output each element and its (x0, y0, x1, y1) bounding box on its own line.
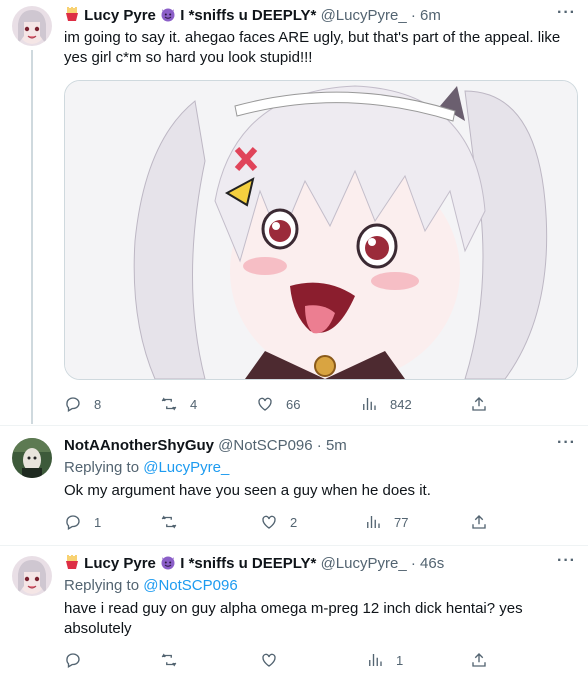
tweet-header: NotAAnotherShyGuy @NotSCP096 · 5m (64, 436, 347, 456)
reply-button[interactable] (64, 650, 94, 670)
retweet-icon (161, 653, 177, 667)
views-icon (369, 654, 382, 666)
divider (0, 545, 588, 546)
share-icon (472, 397, 486, 411)
user-handle[interactable]: @LucyPyre_ (321, 7, 407, 24)
like-button[interactable]: 2 (260, 512, 297, 532)
retweet-icon (161, 515, 177, 529)
reply-count: 1 (94, 514, 102, 530)
avatar-lucy-pyre[interactable] (12, 6, 52, 46)
retweet-button[interactable] (160, 650, 190, 670)
smiling-devil-emoji-icon (161, 556, 175, 570)
heart-icon (258, 397, 272, 411)
separator-dot: · (410, 7, 416, 24)
share-icon (472, 515, 486, 529)
views-button[interactable]: 842 (360, 394, 412, 414)
views-icon (367, 516, 380, 528)
share-button[interactable] (470, 650, 488, 670)
separator-dot: · (410, 555, 416, 572)
tweet-header: Lucy Pyre I *sniffs u DEEPLY* @LucyPyre_… (64, 554, 444, 574)
heart-icon (262, 653, 276, 667)
replying-to-handle[interactable]: @LucyPyre_ (143, 459, 229, 476)
tweet-header: Lucy Pyre I *sniffs u DEEPLY* @LucyPyre_… (64, 6, 441, 26)
display-name-suffix: I *sniffs u DEEPLY* (180, 555, 317, 572)
retweet-count: 4 (190, 396, 198, 412)
tweet-actions: 1 (64, 650, 534, 670)
timestamp[interactable]: 6m (420, 7, 441, 24)
display-name[interactable]: Lucy Pyre (84, 555, 156, 572)
replying-to-label: Replying to (64, 577, 140, 594)
retweet-button[interactable] (160, 512, 190, 532)
tweet-3[interactable]: Lucy Pyre I *sniffs u DEEPLY* @LucyPyre_… (0, 550, 588, 680)
tweet-text: Ok my argument have you seen a guy when … (64, 482, 431, 499)
heart-icon (262, 515, 276, 529)
views-icon (363, 398, 376, 410)
like-count: 66 (286, 396, 301, 412)
like-button[interactable] (260, 650, 290, 670)
reply-icon (66, 653, 80, 668)
reply-icon (66, 515, 80, 530)
replying-to-handle[interactable]: @NotSCP096 (143, 577, 237, 594)
views-button[interactable]: 1 (366, 650, 403, 670)
retweet-icon (161, 397, 177, 411)
divider (0, 425, 588, 426)
reply-button[interactable]: 1 (64, 512, 101, 532)
like-button[interactable]: 66 (256, 394, 300, 414)
views-count: 842 (390, 396, 412, 412)
fries-emoji-icon (66, 555, 78, 569)
avatar-notaanothershyguy[interactable] (12, 438, 52, 478)
more-icon[interactable]: ··· (557, 553, 576, 569)
share-icon (472, 653, 486, 667)
reply-icon (66, 397, 80, 412)
share-button[interactable] (470, 394, 488, 414)
display-name[interactable]: NotAAnotherShyGuy (64, 437, 214, 454)
more-icon[interactable]: ··· (557, 435, 576, 451)
avatar-lucy-pyre[interactable] (12, 556, 52, 596)
tweet-text: have i read guy on guy alpha omega m-pre… (64, 600, 523, 637)
tweet-actions: 1 2 77 (64, 512, 534, 532)
reply-count: 8 (94, 396, 102, 412)
tweet-actions: 8 4 66 842 (64, 394, 534, 414)
smiling-devil-emoji-icon (161, 8, 175, 22)
reply-button[interactable]: 8 (64, 394, 101, 414)
views-button[interactable]: 77 (364, 512, 408, 532)
replying-to-label: Replying to (64, 459, 140, 476)
views-count: 77 (394, 514, 409, 530)
like-count: 2 (290, 514, 298, 530)
thread-line (31, 50, 33, 424)
replying-to: Replying to @NotSCP096 (64, 576, 238, 596)
user-handle[interactable]: @LucyPyre_ (321, 555, 407, 572)
tweet-2[interactable]: NotAAnotherShyGuy @NotSCP096 · 5m ··· Re… (0, 430, 588, 542)
tweet-text: im going to say it. ahegao faces ARE ugl… (64, 29, 561, 66)
tweet-media-image[interactable] (64, 80, 578, 380)
user-handle[interactable]: @NotSCP096 (218, 437, 312, 454)
timestamp[interactable]: 46s (420, 555, 444, 572)
more-icon[interactable]: ··· (557, 5, 576, 21)
views-count: 1 (396, 652, 404, 668)
fries-emoji-icon (66, 7, 78, 21)
display-name[interactable]: Lucy Pyre (84, 7, 156, 24)
tweet-1[interactable]: Lucy Pyre I *sniffs u DEEPLY* @LucyPyre_… (0, 0, 588, 424)
replying-to: Replying to @LucyPyre_ (64, 458, 229, 478)
timestamp[interactable]: 5m (326, 437, 347, 454)
display-name-suffix: I *sniffs u DEEPLY* (180, 7, 317, 24)
retweet-button[interactable]: 4 (160, 394, 197, 414)
share-button[interactable] (470, 512, 488, 532)
separator-dot: · (316, 437, 322, 454)
